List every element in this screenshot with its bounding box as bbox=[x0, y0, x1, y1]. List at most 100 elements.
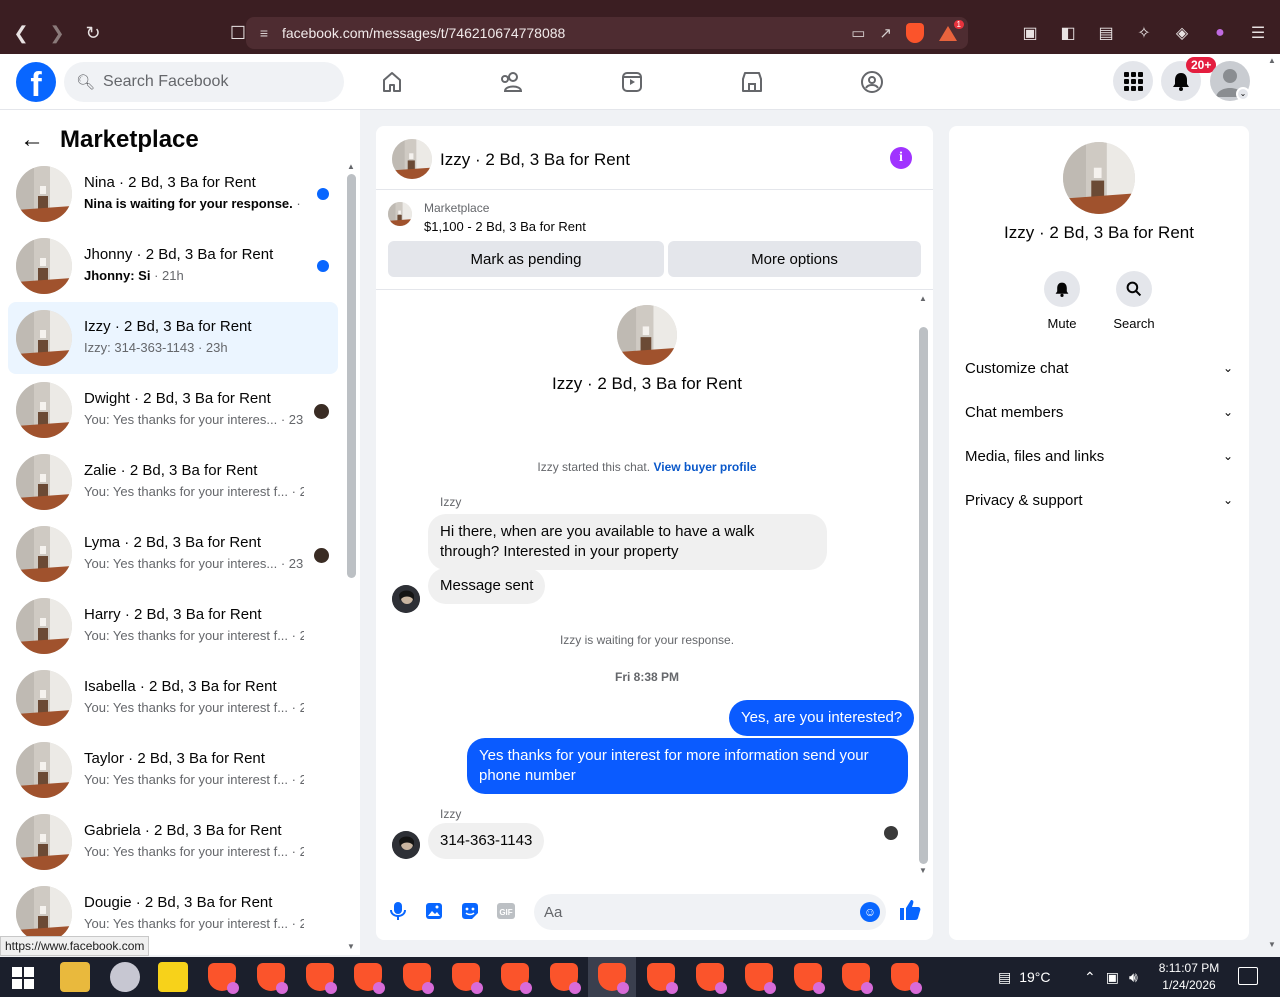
search-icon[interactable] bbox=[1116, 271, 1152, 307]
wallet-icon[interactable]: ▤ bbox=[1094, 23, 1118, 43]
listing-thumbnail[interactable] bbox=[388, 202, 412, 226]
gif-icon[interactable]: GIF bbox=[495, 900, 517, 922]
tray-chevron-up-icon[interactable]: ⌃ bbox=[1084, 969, 1096, 986]
privacy-support-section[interactable]: Privacy & support ⌄ bbox=[965, 484, 1233, 516]
brave-window-icon[interactable] bbox=[793, 963, 825, 994]
groups-icon[interactable] bbox=[854, 64, 890, 100]
back-arrow-icon[interactable]: ❮ bbox=[6, 18, 36, 48]
brave-window-icon[interactable] bbox=[403, 963, 435, 994]
notification-center-icon[interactable] bbox=[1238, 967, 1258, 985]
conversation-item[interactable]: Nina · 2 Bd, 3 Ba for Rent Nina is waitin… bbox=[8, 158, 338, 230]
brave-window-icon[interactable] bbox=[256, 963, 288, 994]
brave-rewards-icon[interactable]: 1 bbox=[938, 20, 964, 42]
view-buyer-profile-link[interactable]: View buyer profile bbox=[653, 460, 756, 474]
microphone-icon[interactable] bbox=[387, 900, 409, 922]
conversation-item[interactable]: Lyma · 2 Bd, 3 Ba for Rent You: Yes thank… bbox=[8, 518, 338, 590]
search-action[interactable]: Search bbox=[1104, 271, 1164, 331]
brave-window-icon[interactable] bbox=[305, 963, 337, 994]
vpn-icon[interactable]: ◈ bbox=[1170, 23, 1194, 43]
weather-widget[interactable]: ▤ 19°C bbox=[998, 957, 1051, 997]
network-icon[interactable]: ▣ bbox=[1106, 969, 1119, 986]
reader-mode-icon[interactable]: ▣ bbox=[1018, 23, 1042, 43]
scroll-down-arrow-icon[interactable]: ▼ bbox=[347, 942, 355, 951]
listing-title[interactable]: $1,100 - 2 Bd, 3 Ba for Rent bbox=[424, 219, 586, 234]
brave-window-icon[interactable] bbox=[500, 963, 532, 994]
marketplace-icon[interactable] bbox=[734, 64, 770, 100]
snipping-tool-icon[interactable] bbox=[110, 962, 140, 992]
profile-avatar[interactable] bbox=[617, 305, 677, 365]
facebook-logo[interactable]: f bbox=[16, 62, 56, 102]
sender-avatar[interactable] bbox=[392, 831, 420, 859]
media-files-links-section[interactable]: Media, files and links ⌄ bbox=[965, 440, 1233, 472]
outgoing-message[interactable]: Yes thanks for your interest for more in… bbox=[467, 738, 908, 794]
address-bar[interactable]: ≡ facebook.com/messages/t/74621067477808… bbox=[246, 17, 968, 49]
site-settings-icon[interactable]: ≡ bbox=[246, 25, 282, 41]
windows-start-icon[interactable] bbox=[12, 967, 34, 989]
leo-ai-icon[interactable]: ✧ bbox=[1132, 23, 1156, 43]
brave-window-icon[interactable] bbox=[549, 963, 581, 994]
conversation-item[interactable]: Taylor · 2 Bd, 3 Ba for Rent You: Yes tha… bbox=[8, 734, 338, 806]
sender-avatar[interactable] bbox=[392, 585, 420, 613]
conversation-item[interactable]: Zalie · 2 Bd, 3 Ba for Rent You: Yes than… bbox=[8, 446, 338, 518]
chat-avatar[interactable] bbox=[392, 139, 432, 179]
clock[interactable]: 8:11:07 PM 1/24/2026 bbox=[1156, 960, 1222, 994]
emoji-icon[interactable]: ☺ bbox=[860, 902, 880, 922]
conversation-item[interactable]: Dwight · 2 Bd, 3 Ba for Rent You: Yes tha… bbox=[8, 374, 338, 446]
share-icon[interactable]: ↗ bbox=[879, 24, 892, 42]
mute-action[interactable]: Mute bbox=[1032, 271, 1092, 331]
incoming-message[interactable]: 314-363-1143 bbox=[428, 823, 545, 859]
mark-pending-button[interactable]: Mark as pending bbox=[388, 241, 664, 277]
sidebar-toggle-icon[interactable]: ◧ bbox=[1056, 23, 1080, 43]
brave-window-icon[interactable] bbox=[696, 963, 727, 994]
url-text[interactable]: facebook.com/messages/t/746210674778088 bbox=[282, 25, 565, 41]
profile-icon[interactable]: ● bbox=[1208, 24, 1232, 42]
brave-window-icon[interactable] bbox=[354, 963, 386, 994]
conversation-item[interactable]: Jhonny · 2 Bd, 3 Ba for Rent Jhonny: Si ·… bbox=[8, 230, 338, 302]
brave-window-icon[interactable] bbox=[891, 963, 923, 994]
bell-icon[interactable] bbox=[1044, 271, 1080, 307]
customize-chat-section[interactable]: Customize chat ⌄ bbox=[965, 352, 1233, 384]
video-icon[interactable] bbox=[614, 64, 650, 100]
chat-members-section[interactable]: Chat members ⌄ bbox=[965, 396, 1233, 428]
sticker-icon[interactable] bbox=[459, 900, 481, 922]
outgoing-message[interactable]: Yes, are you interested? bbox=[729, 700, 915, 736]
page-scroll-down-arrow-icon[interactable]: ▼ bbox=[1268, 940, 1276, 949]
cast-icon[interactable]: ▭ bbox=[851, 24, 865, 42]
friends-icon[interactable] bbox=[494, 64, 530, 100]
sidebar-scrollbar[interactable] bbox=[347, 174, 356, 578]
thumbs-up-icon[interactable] bbox=[898, 898, 924, 924]
info-avatar[interactable] bbox=[1063, 142, 1135, 214]
info-icon[interactable]: i bbox=[890, 147, 912, 169]
chat-title[interactable]: Izzy · 2 Bd, 3 Ba for Rent bbox=[440, 150, 630, 170]
brave-window-icon[interactable] bbox=[598, 963, 630, 994]
incoming-message[interactable]: Message sent bbox=[428, 568, 546, 604]
message-input[interactable] bbox=[534, 894, 886, 930]
conversation-item[interactable]: Isabella · 2 Bd, 3 Ba for Rent You: Yes t… bbox=[8, 662, 338, 734]
conversation-item[interactable]: Gabriela · 2 Bd, 3 Ba for Rent You: Yes t… bbox=[8, 806, 338, 878]
scroll-down-arrow-icon[interactable]: ▼ bbox=[919, 866, 927, 875]
brave-shields-icon[interactable] bbox=[906, 23, 924, 43]
conversation-item[interactable]: Izzy · 2 Bd, 3 Ba for Rent Izzy: 314-363-… bbox=[8, 302, 338, 374]
incoming-message[interactable]: Hi there, when are you available to have… bbox=[428, 514, 827, 570]
file-explorer-icon[interactable] bbox=[60, 962, 90, 992]
photo-icon[interactable] bbox=[423, 900, 445, 922]
menu-grid-icon[interactable] bbox=[1113, 61, 1153, 101]
volume-icon[interactable]: 🔊︎ bbox=[1129, 969, 1138, 986]
back-arrow-icon[interactable]: ← bbox=[20, 126, 44, 154]
more-options-button[interactable]: More options bbox=[668, 241, 921, 277]
brave-window-icon[interactable] bbox=[842, 963, 874, 994]
brave-window-icon[interactable] bbox=[744, 963, 776, 994]
brave-window-icon[interactable] bbox=[452, 963, 483, 994]
sticky-notes-icon[interactable] bbox=[158, 962, 188, 992]
thread-scrollbar[interactable] bbox=[919, 327, 928, 864]
scroll-up-arrow-icon[interactable]: ▲ bbox=[347, 162, 355, 171]
search-box[interactable]: 🔍︎ bbox=[64, 62, 344, 102]
menu-icon[interactable]: ☰ bbox=[1246, 23, 1270, 43]
brave-window-icon[interactable] bbox=[208, 963, 239, 994]
page-scroll-up-arrow-icon[interactable]: ▲ bbox=[1268, 56, 1276, 65]
conversation-item[interactable]: Harry · 2 Bd, 3 Ba for Rent You: Yes than… bbox=[8, 590, 338, 662]
reload-icon[interactable]: ↻ bbox=[78, 18, 108, 48]
brave-window-icon[interactable] bbox=[647, 963, 679, 994]
search-input[interactable] bbox=[103, 73, 324, 91]
chevron-down-icon[interactable]: ⌄ bbox=[1236, 87, 1250, 101]
